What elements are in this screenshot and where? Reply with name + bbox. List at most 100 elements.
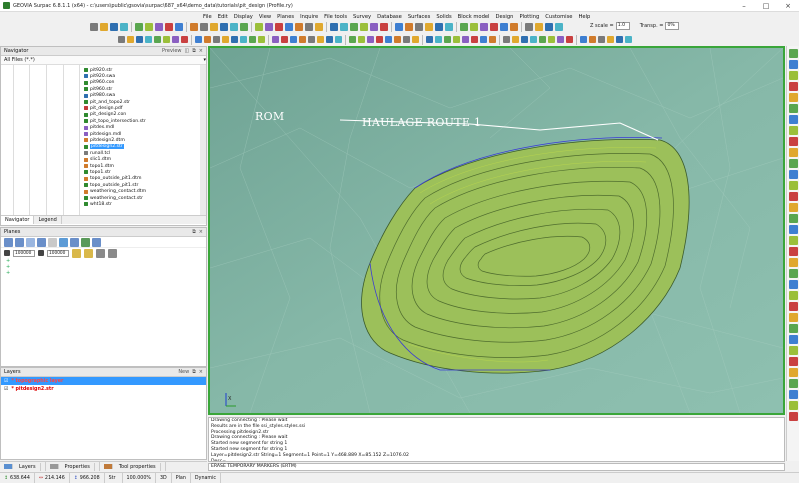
toolbar-tool-icon[interactable] <box>462 36 469 43</box>
side-tool-icon[interactable] <box>788 313 798 322</box>
file-item[interactable]: pit_topo_intersection.str <box>84 118 146 124</box>
toolbar-tool-icon[interactable] <box>90 22 98 31</box>
side-tool-icon[interactable] <box>788 192 798 201</box>
toolbar-tool-icon[interactable] <box>213 36 220 43</box>
toolbar-tool-icon[interactable] <box>376 36 383 43</box>
chevron-down-icon[interactable]: ▾ <box>203 57 206 63</box>
file-item[interactable]: pit_design2.con <box>84 112 126 118</box>
toolbar-tool-icon[interactable] <box>453 36 460 43</box>
toolbar-tool-icon[interactable] <box>299 36 306 43</box>
toolbar-tool-icon[interactable] <box>625 36 632 43</box>
float-icon[interactable]: ⧉ <box>192 48 196 54</box>
toolbar-tool-icon[interactable] <box>272 36 279 43</box>
side-tool-icon[interactable] <box>788 60 798 69</box>
graphics-viewport[interactable]: ROM HAULAGE ROUTE 1 X <box>208 46 785 415</box>
layer-row-pitdesign2[interactable]: ☑ * pitdesign2.str <box>1 385 206 393</box>
file-item[interactable]: weathering_contact.dtm <box>84 189 146 195</box>
toolbar-tool-icon[interactable] <box>616 36 623 43</box>
toolbar-tool-icon[interactable] <box>181 36 188 43</box>
toolbar-tool-icon[interactable] <box>500 22 508 31</box>
close-icon[interactable]: × <box>777 0 799 12</box>
toolbar-tool-icon[interactable] <box>350 22 358 31</box>
side-tool-icon[interactable] <box>788 93 798 102</box>
toolbar-tool-icon[interactable] <box>607 36 614 43</box>
side-tool-icon[interactable] <box>788 82 798 91</box>
toolbar-tool-icon[interactable] <box>120 22 128 31</box>
side-tool-icon[interactable] <box>788 49 798 58</box>
toolbar-tool-icon[interactable] <box>308 36 315 43</box>
toolbar-tool-icon[interactable] <box>204 36 211 43</box>
file-item[interactable]: pit920.swa <box>84 73 115 79</box>
plane-tool-icon[interactable] <box>59 237 68 247</box>
file-item[interactable]: slic1.dtm <box>84 157 111 163</box>
toolbar-tool-icon[interactable] <box>326 36 333 43</box>
file-filter[interactable]: All Files (*.*) ▾ <box>1 56 206 65</box>
toolbar-tool-icon[interactable] <box>200 22 208 31</box>
close-panel-icon[interactable]: × <box>199 369 203 375</box>
toolbar-tool-icon[interactable] <box>315 22 323 31</box>
plane-tool-icon[interactable] <box>70 237 79 247</box>
plane-tool-icon[interactable] <box>48 237 57 247</box>
plane-tool-icon[interactable] <box>108 248 117 258</box>
file-item[interactable]: runall.tcl <box>84 150 110 156</box>
plane-tool-icon[interactable] <box>4 237 13 247</box>
close-panel-icon[interactable]: × <box>199 229 203 235</box>
toolbar-tool-icon[interactable] <box>220 22 228 31</box>
toolbar-tool-icon[interactable] <box>512 36 519 43</box>
toolbar-tool-icon[interactable] <box>349 36 356 43</box>
toolbar-tool-icon[interactable] <box>566 36 573 43</box>
toolbar-tool-icon[interactable] <box>425 22 433 31</box>
toolbar-tool-icon[interactable] <box>275 22 283 31</box>
toolbar-tool-icon[interactable] <box>360 22 368 31</box>
viewport-canvas[interactable]: ROM HAULAGE ROUTE 1 X <box>210 48 783 413</box>
side-tool-icon[interactable] <box>788 214 798 223</box>
toolbar-tool-icon[interactable] <box>445 22 453 31</box>
plane-tool-icon[interactable] <box>72 248 81 258</box>
close-panel-icon[interactable]: × <box>199 48 203 54</box>
file-item[interactable]: topo1.str <box>84 169 111 175</box>
plane-tool-icon[interactable] <box>37 237 46 247</box>
toolbar-tool-icon[interactable] <box>135 22 143 31</box>
tab-tool-properties[interactable]: Tool properties <box>100 462 166 471</box>
side-tool-icon[interactable] <box>788 357 798 366</box>
toolbar-tool-icon[interactable] <box>471 36 478 43</box>
float-icon[interactable]: ⧉ <box>192 369 196 375</box>
plane-input-1[interactable]: 100000 <box>13 249 35 257</box>
plane-tool-icon[interactable] <box>96 248 105 258</box>
side-tool-icon[interactable] <box>788 390 798 399</box>
toolbar-tool-icon[interactable] <box>435 36 442 43</box>
side-tool-icon[interactable] <box>788 170 798 179</box>
side-tool-icon[interactable] <box>788 280 798 289</box>
file-item[interactable]: pitdesign.mdl <box>84 131 121 137</box>
preview-toggle[interactable]: Preview <box>162 48 181 54</box>
toolbar-tool-icon[interactable] <box>525 22 533 31</box>
side-tool-icon[interactable] <box>788 346 798 355</box>
toolbar-tool-icon[interactable] <box>290 36 297 43</box>
side-tool-icon[interactable] <box>788 401 798 410</box>
file-item[interactable]: pit_and_topo2.str <box>84 99 130 105</box>
toolbar-tool-icon[interactable] <box>231 36 238 43</box>
file-item[interactable]: pit960.str <box>84 86 112 92</box>
toolbar-tool-icon[interactable] <box>222 36 229 43</box>
minimize-icon[interactable]: – <box>733 0 755 12</box>
side-tool-icon[interactable] <box>788 115 798 124</box>
layer-row-topographic[interactable]: ☑ * topographic layer <box>1 377 206 385</box>
toolbar-tool-icon[interactable] <box>358 36 365 43</box>
toolbar-tool-icon[interactable] <box>317 36 324 43</box>
side-tool-icon[interactable] <box>788 302 798 311</box>
tab-properties[interactable]: Properties <box>46 462 100 471</box>
toolbar-tool-icon[interactable] <box>403 36 410 43</box>
side-tool-icon[interactable] <box>788 203 798 212</box>
arrow-icon[interactable] <box>4 250 10 256</box>
plane-tool-icon[interactable] <box>26 237 35 247</box>
tab-legend[interactable]: Legend <box>34 216 62 224</box>
new-layer-button[interactable]: New <box>178 369 189 375</box>
toolbar-tool-icon[interactable] <box>145 22 153 31</box>
toolbar-tool-icon[interactable] <box>145 36 152 43</box>
toolbar-tool-icon[interactable] <box>330 22 338 31</box>
file-item[interactable]: topo1.dtm <box>84 163 114 169</box>
toolbar-tool-icon[interactable] <box>530 36 537 43</box>
toolbar-tool-icon[interactable] <box>195 36 202 43</box>
toolbar-tool-icon[interactable] <box>249 36 256 43</box>
side-tool-icon[interactable] <box>788 335 798 344</box>
